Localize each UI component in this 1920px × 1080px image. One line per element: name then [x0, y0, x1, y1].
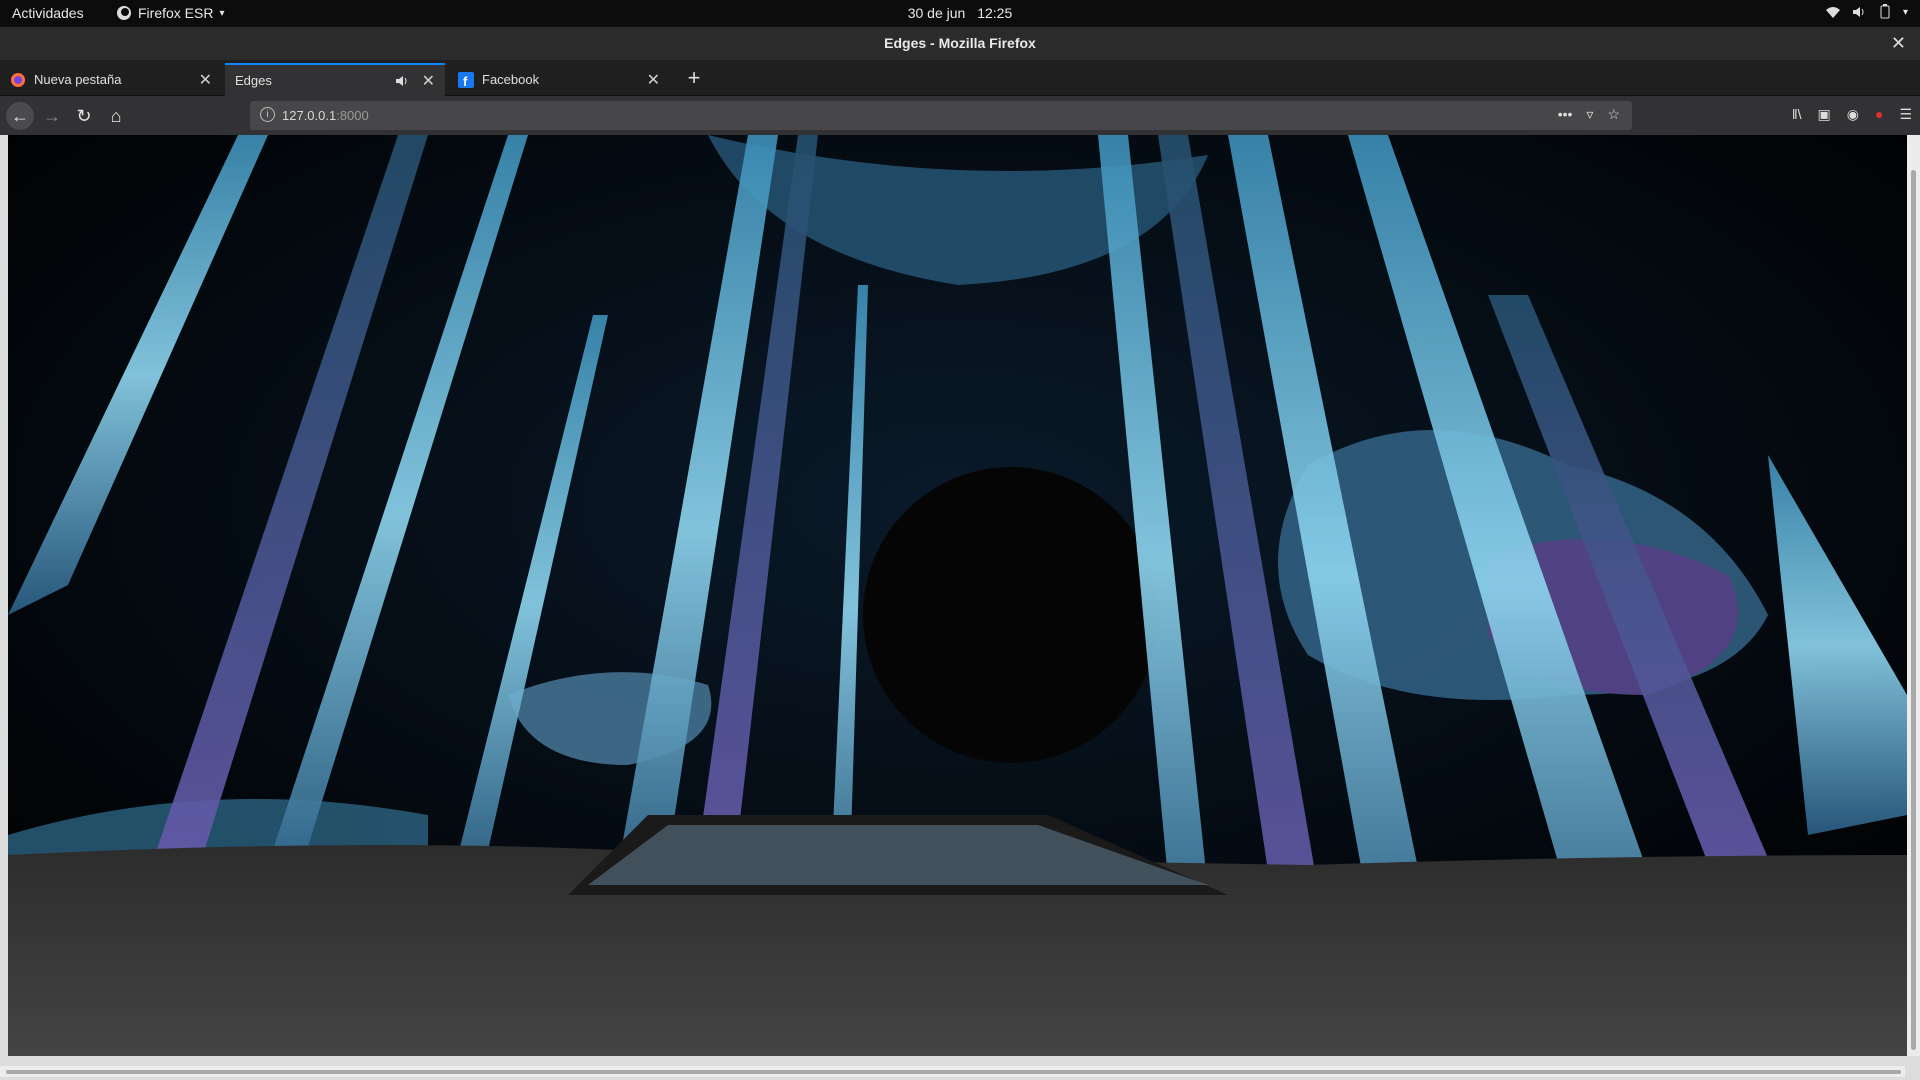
clock-time: 12:25 [977, 5, 1013, 21]
extension-icon[interactable]: ● [1875, 106, 1883, 123]
back-button[interactable]: ← [6, 102, 34, 130]
tab-label: Facebook [482, 72, 540, 87]
battery-icon [1880, 4, 1890, 19]
facebook-icon: f [458, 71, 474, 88]
bookmark-star-icon[interactable]: ☆ [1607, 106, 1620, 123]
tab-edges[interactable]: Edges ✕ [225, 63, 445, 96]
page-actions-icon[interactable]: ••• [1558, 106, 1573, 123]
toolbar-tools: ‖\ ▣ ◉ ● ☰ [1792, 106, 1912, 123]
home-button[interactable]: ⌂ [102, 102, 130, 130]
tab-label: Edges [235, 73, 272, 88]
scene-render [8, 135, 1907, 1056]
speaker-icon[interactable] [394, 73, 410, 89]
tab-strip: Nueva pestaña ✕ Edges ✕ f Facebook ✕ + [0, 60, 1920, 96]
volume-icon [1852, 7, 1864, 17]
window-titlebar: Edges - Mozilla Firefox ✕ [0, 27, 1920, 60]
navigation-toolbar: ← → ↻ ⌂ i 127.0.0.1:8000 ••• ▿ ☆ ‖\ ▣ ◉ … [0, 96, 1920, 135]
account-icon[interactable]: ◉ [1847, 106, 1859, 123]
url-bar[interactable]: i 127.0.0.1:8000 ••• ▿ ☆ [250, 101, 1632, 130]
system-status-area[interactable]: ▾ [1825, 4, 1908, 20]
window-close-button[interactable]: ✕ [1891, 27, 1906, 60]
scrollbar-thumb[interactable] [6, 1070, 1901, 1074]
menu-icon[interactable]: ☰ [1899, 106, 1912, 123]
webgl-scene-canvas[interactable] [8, 135, 1907, 1056]
clock[interactable]: 30 de jun 12:25 [0, 5, 1920, 21]
chevron-down-icon: ▾ [1902, 6, 1908, 18]
url-host: 127.0.0.1 [282, 108, 337, 123]
horizontal-scrollbar[interactable] [0, 1066, 1905, 1077]
tab-label: Nueva pestaña [34, 72, 122, 87]
system-top-bar: Actividades Firefox ESR ▾ 30 de jun 12:2… [0, 0, 1920, 27]
svg-text:f: f [463, 74, 468, 88]
site-info-icon[interactable]: i [260, 107, 275, 122]
clock-date: 30 de jun [907, 5, 966, 21]
window-title: Edges - Mozilla Firefox [884, 35, 1036, 51]
close-tab-icon[interactable]: ✕ [422, 71, 435, 91]
close-tab-icon[interactable]: ✕ [647, 70, 660, 90]
vertical-scrollbar[interactable] [1907, 135, 1920, 1056]
sidebar-icon[interactable]: ▣ [1818, 106, 1831, 123]
close-tab-icon[interactable]: ✕ [199, 70, 212, 90]
reload-button[interactable]: ↻ [70, 102, 98, 130]
new-tab-button[interactable]: + [680, 65, 708, 93]
url-text: 127.0.0.1:8000 [282, 108, 369, 123]
wifi-icon [1825, 7, 1840, 18]
scrollbar-thumb[interactable] [1911, 170, 1916, 1050]
forward-button[interactable]: → [38, 102, 66, 130]
dark-sphere [863, 467, 1159, 763]
firefox-icon [11, 72, 25, 87]
pocket-icon[interactable]: ▿ [1586, 106, 1593, 123]
tab-nueva-pestana[interactable]: Nueva pestaña ✕ [0, 63, 222, 96]
tab-facebook[interactable]: f Facebook ✕ [448, 63, 670, 96]
url-port: :8000 [336, 108, 369, 123]
url-actions: ••• ▿ ☆ [1558, 106, 1620, 123]
page-content [0, 135, 1920, 1080]
library-icon[interactable]: ‖\ [1792, 106, 1802, 123]
